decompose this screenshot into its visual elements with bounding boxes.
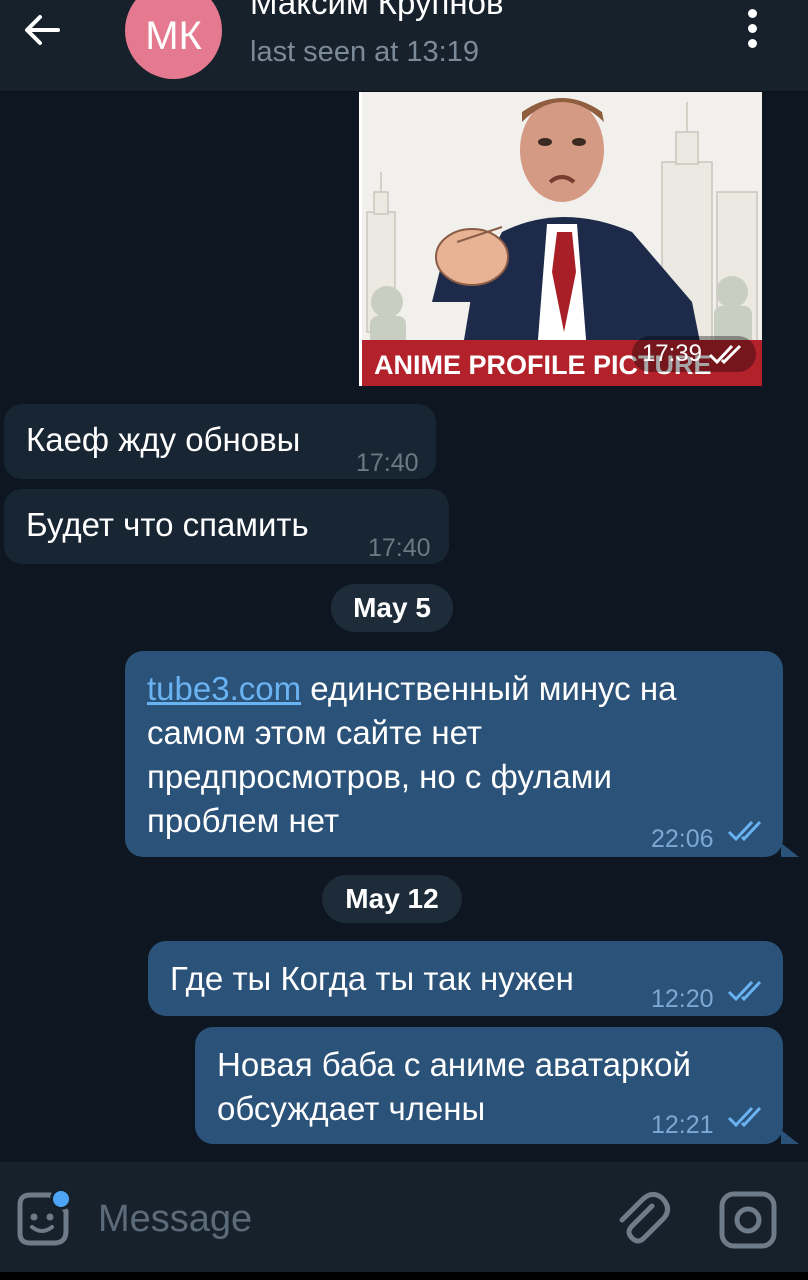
notification-dot — [50, 1188, 72, 1210]
message-time: 17:40 — [368, 534, 431, 562]
message-link[interactable]: tube3.com — [147, 670, 301, 707]
camera-icon[interactable] — [716, 1188, 780, 1252]
message-time: 12:21 — [651, 1111, 714, 1139]
message-incoming[interactable]: Будет что спамить 17:40 — [4, 489, 449, 564]
message-input[interactable]: Message — [98, 1198, 252, 1241]
date-separator: May 12 — [322, 875, 462, 923]
image-time: 17:39 — [641, 340, 702, 367]
back-arrow-icon — [25, 15, 60, 45]
message-incoming[interactable]: Каеф жду обновы 17:40 — [4, 404, 436, 479]
message-time: 17:40 — [356, 449, 419, 477]
message-text: Каеф жду обновы — [26, 421, 301, 458]
avatar[interactable]: МК — [125, 0, 222, 79]
message-outgoing[interactable]: Новая баба с аниме аватаркой обсуждает ч… — [195, 1027, 783, 1144]
message-text: проблем нет — [147, 802, 340, 839]
double-check-icon — [727, 820, 762, 842]
last-seen-status: last seen at 13:19 — [250, 36, 479, 68]
date-separator: May 5 — [331, 584, 453, 632]
chat-header: МК Максим Крупнов last seen at 13:19 — [0, 0, 808, 92]
message-text: единственный минус на — [301, 670, 677, 707]
double-check-icon — [727, 1106, 762, 1128]
message-time: 12:20 — [651, 985, 714, 1013]
message-outgoing[interactable]: Где ты Когда ты так нужен 12:20 — [148, 941, 783, 1016]
message-text: предпросмотров, но с фулами — [147, 758, 612, 795]
more-options-button[interactable] — [728, 4, 776, 52]
message-time: 22:06 — [651, 825, 714, 853]
message-text: Будет что спамить — [26, 506, 309, 543]
double-check-icon — [727, 980, 762, 1002]
message-outgoing[interactable]: tube3.com единственный минус на самом эт… — [125, 651, 783, 857]
message-text: Новая баба с аниме аватаркой — [217, 1046, 691, 1083]
more-vertical-icon — [747, 8, 757, 18]
back-button[interactable] — [18, 8, 66, 52]
message-text: обсуждает члены — [217, 1090, 486, 1127]
double-check-icon — [708, 344, 742, 365]
message-text: Где ты Когда ты так нужен — [170, 960, 574, 997]
message-input-bar: Message — [0, 1162, 808, 1280]
image-message[interactable]: ANIME PROFILE PICTURE 17:39 — [359, 92, 762, 386]
paperclip-icon[interactable] — [612, 1188, 672, 1248]
image-timestamp: 17:39 — [631, 336, 756, 372]
contact-name[interactable]: Максим Крупнов — [250, 0, 504, 22]
message-text: самом этом сайте нет — [147, 714, 482, 751]
